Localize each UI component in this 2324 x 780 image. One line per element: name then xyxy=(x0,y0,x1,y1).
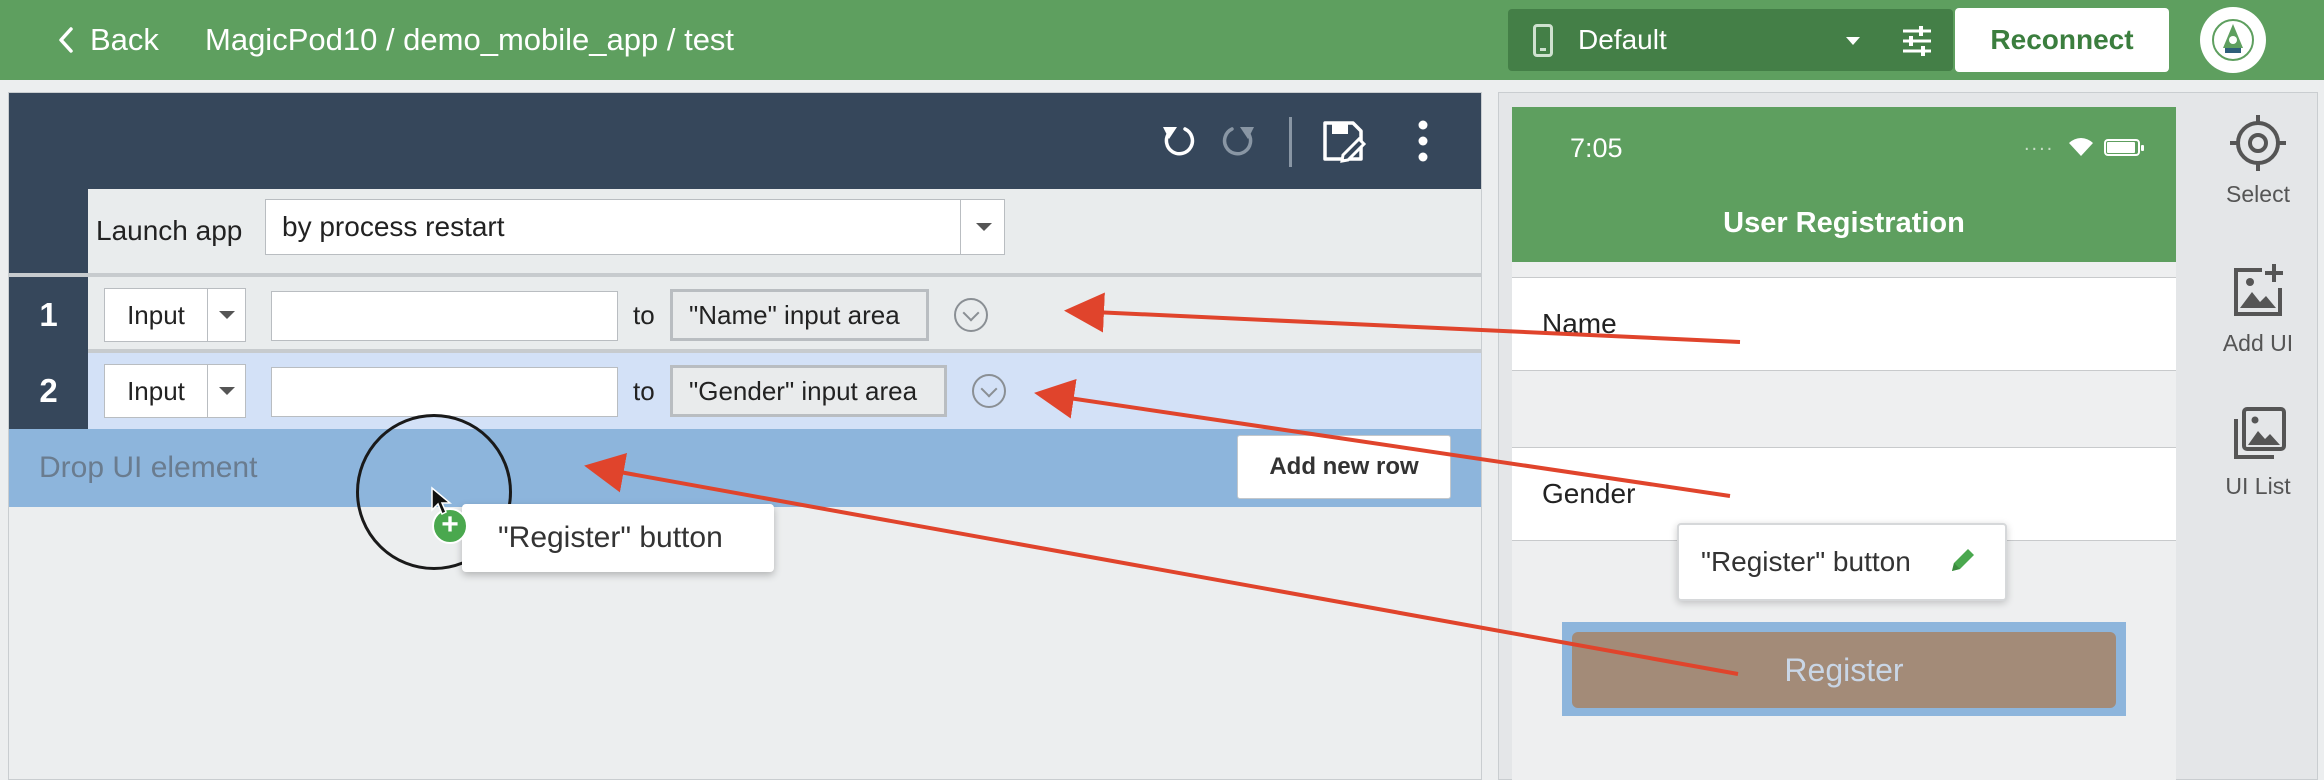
wifi-icon xyxy=(2069,138,2093,156)
top-bar: Back MagicPod10 / demo_mobile_app / test… xyxy=(0,0,2324,80)
pencil-icon[interactable] xyxy=(1947,544,1979,576)
register-button[interactable]: Register xyxy=(1572,632,2116,708)
gender-label: Gender xyxy=(1542,478,1636,509)
save-icon[interactable] xyxy=(1319,117,1367,165)
undo-icon[interactable] xyxy=(1155,117,1203,165)
back-button[interactable]: Back xyxy=(56,0,159,80)
launch-mode-value: by process restart xyxy=(282,211,505,242)
command-dropdown[interactable] xyxy=(207,365,245,417)
step-row[interactable]: 2 Input to "Gender" input area xyxy=(9,353,1481,429)
cursor-icon xyxy=(431,486,452,516)
signal-icon: .... xyxy=(2024,133,2055,155)
breadcrumb: MagicPod10 / demo_mobile_app / test xyxy=(205,22,735,57)
launch-app-label: Launch app xyxy=(96,215,243,246)
target-element[interactable]: "Gender" input area xyxy=(670,365,947,417)
step-number: 1 xyxy=(9,277,88,353)
avatar[interactable] xyxy=(2200,7,2266,73)
command-value: Input xyxy=(127,376,185,406)
chevron-down-icon xyxy=(219,311,235,319)
command-dropdown[interactable] xyxy=(207,289,245,341)
chevron-down-icon xyxy=(219,387,235,395)
command-value: Input xyxy=(127,300,185,330)
ui-list-tool[interactable]: UI List xyxy=(2208,405,2308,500)
launch-mode-select[interactable]: by process restart xyxy=(265,199,1005,255)
toolbar-divider xyxy=(1289,117,1292,167)
phone-screen: 7:05 .... User Registration Name Gender … xyxy=(1512,107,2176,780)
ui-list-tool-label: UI List xyxy=(2225,473,2291,499)
to-label: to xyxy=(633,300,655,330)
chevron-left-icon xyxy=(59,27,73,53)
redo-icon[interactable] xyxy=(1214,117,1262,165)
name-field[interactable]: Name xyxy=(1512,277,2176,371)
crosshair-icon xyxy=(2230,115,2286,171)
select-tool-label: Select xyxy=(2226,181,2290,207)
add-ui-tool-label: Add UI xyxy=(2222,330,2294,356)
expand-circle-icon[interactable] xyxy=(954,298,988,332)
device-name: Default xyxy=(1578,24,1667,55)
add-new-row-button[interactable]: Add new row xyxy=(1237,435,1451,499)
launch-mode-dropdown[interactable] xyxy=(960,200,1004,254)
tune-icon[interactable] xyxy=(1900,24,1934,58)
back-label: Back xyxy=(90,22,159,57)
editor-toolbar xyxy=(9,93,1481,189)
expand-circle-icon[interactable] xyxy=(972,374,1006,408)
add-ui-tool[interactable]: Add UI xyxy=(2208,262,2308,357)
name-label: Name xyxy=(1542,308,1617,339)
chevron-down-icon xyxy=(1846,37,1860,45)
battery-icon xyxy=(2104,139,2144,156)
status-time: 7:05 xyxy=(1570,133,1623,163)
app-header: 7:05 .... User Registration xyxy=(1512,107,2176,262)
drop-placeholder: Drop UI element xyxy=(39,451,258,484)
dragging-element-chip: "Register" button xyxy=(462,504,774,572)
select-tool[interactable]: Select xyxy=(2208,113,2308,208)
app-title: User Registration xyxy=(1723,207,1965,239)
add-image-icon xyxy=(2234,264,2283,316)
image-stack-icon xyxy=(2234,407,2286,459)
to-label: to xyxy=(633,376,655,406)
step-row[interactable]: 1 Input to "Name" input area xyxy=(9,277,1481,353)
launch-app-row: Launch app by process restart xyxy=(9,189,1481,277)
command-select[interactable]: Input xyxy=(104,364,246,418)
value-input[interactable] xyxy=(271,367,618,417)
device-select[interactable]: Default xyxy=(1508,9,1953,71)
test-editor: Launch app by process restart 1 Input to… xyxy=(8,92,1482,780)
drop-zone[interactable]: Drop UI element Add new row xyxy=(9,429,1481,507)
target-element[interactable]: "Name" input area xyxy=(670,289,929,341)
step-number: 2 xyxy=(9,353,88,429)
launch-row-gutter xyxy=(9,189,88,273)
phone-icon xyxy=(1533,24,1553,57)
reconnect-button[interactable]: Reconnect xyxy=(1955,8,2169,72)
value-input[interactable] xyxy=(271,291,618,341)
more-vertical-icon[interactable] xyxy=(1399,117,1447,165)
command-select[interactable]: Input xyxy=(104,288,246,342)
chevron-down-icon xyxy=(976,223,992,231)
robot-logo-icon xyxy=(2212,19,2254,61)
